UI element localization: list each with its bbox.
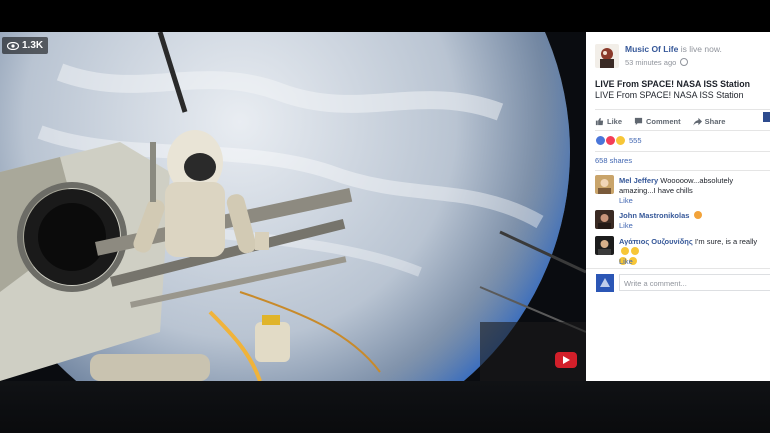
comment-author[interactable]: Αγάπιος Ουζουνίδης	[619, 237, 693, 246]
comment-text: Αγάπιος Ουζουνίδης I'm sure, is a really	[619, 237, 769, 267]
post-header: Music Of Life is live now. 53 minutes ag…	[586, 32, 770, 72]
comment-input[interactable]: Write a comment...	[619, 274, 770, 291]
live-status-text: is live now.	[680, 44, 722, 54]
shares-count-link[interactable]: 658 shares	[595, 156, 632, 165]
divider	[595, 130, 770, 131]
commenter-avatar-image	[595, 210, 614, 229]
divider	[595, 151, 770, 152]
comment-author[interactable]: Mel Jeffery	[619, 176, 658, 185]
laughing-emoji-icon	[621, 247, 629, 255]
divider	[595, 109, 770, 110]
share-label: Share	[704, 116, 726, 126]
comment-like-link[interactable]: Like	[619, 196, 633, 205]
comment-bubble-icon	[634, 117, 643, 125]
divider	[595, 170, 770, 171]
live-video-player[interactable]	[0, 32, 586, 381]
commenter-avatar[interactable]	[595, 236, 614, 255]
comment-like-link[interactable]: Like	[619, 221, 633, 230]
share-button[interactable]: Share	[693, 116, 726, 126]
eye-icon	[7, 41, 19, 50]
commenter-avatar-image	[595, 175, 614, 194]
current-user-avatar	[596, 274, 614, 292]
like-button[interactable]: Like	[595, 117, 622, 126]
comment-text: Mel Jeffery Wooooow...absolutely amazing…	[619, 176, 769, 196]
post-timestamp[interactable]: 53 minutes ago	[625, 58, 689, 67]
collapsed-panel-icon[interactable]	[763, 112, 770, 122]
comment-author[interactable]: John Mastronikolas	[619, 211, 689, 220]
laughing-emoji-icon	[631, 247, 639, 255]
commenter-avatar[interactable]	[595, 175, 614, 194]
viewer-count: 1.3K	[22, 40, 44, 51]
comment-body: I'm sure, is a really	[694, 237, 758, 246]
comment-label: Comment	[646, 116, 681, 126]
divider	[586, 268, 770, 269]
top-black-bar	[0, 0, 770, 32]
page-name-line: Music Of Life is live now.	[625, 44, 722, 54]
thumbs-up-icon	[595, 117, 604, 125]
globe-icon	[680, 58, 689, 66]
comment-like-link[interactable]: Like	[619, 257, 633, 266]
post-title: LIVE From SPACE! NASA ISS Station	[595, 79, 750, 89]
live-viewer-count-badge: 1.3K	[2, 37, 49, 54]
commenter-avatar[interactable]	[595, 210, 614, 229]
post-time-text: 53 minutes ago	[625, 58, 677, 67]
post-action-bar: Like Comment Share	[595, 114, 725, 128]
bottom-dark-bar	[0, 381, 770, 433]
page-avatar[interactable]	[595, 44, 619, 68]
commenter-avatar-image	[595, 236, 614, 255]
video-frame-space-walk	[0, 32, 586, 381]
comment-input-placeholder: Write a comment...	[624, 279, 687, 288]
comment-text: John Mastronikolas	[619, 211, 769, 221]
star-eyes-emoji-icon	[693, 211, 702, 219]
comment-button[interactable]: Comment	[634, 117, 681, 126]
reaction-summary[interactable]: 555	[595, 135, 642, 146]
current-user-avatar-image	[596, 274, 614, 292]
post-description: LIVE From SPACE! NASA ISS Station	[595, 90, 744, 100]
reaction-count: 555	[629, 136, 642, 145]
share-arrow-icon	[693, 117, 702, 126]
wow-reaction-icon	[615, 135, 626, 146]
page-name-link[interactable]: Music Of Life	[625, 44, 678, 54]
like-label: Like	[607, 116, 623, 126]
page-avatar-image	[595, 44, 619, 68]
post-side-panel: Music Of Life is live now. 53 minutes ag…	[586, 32, 770, 381]
